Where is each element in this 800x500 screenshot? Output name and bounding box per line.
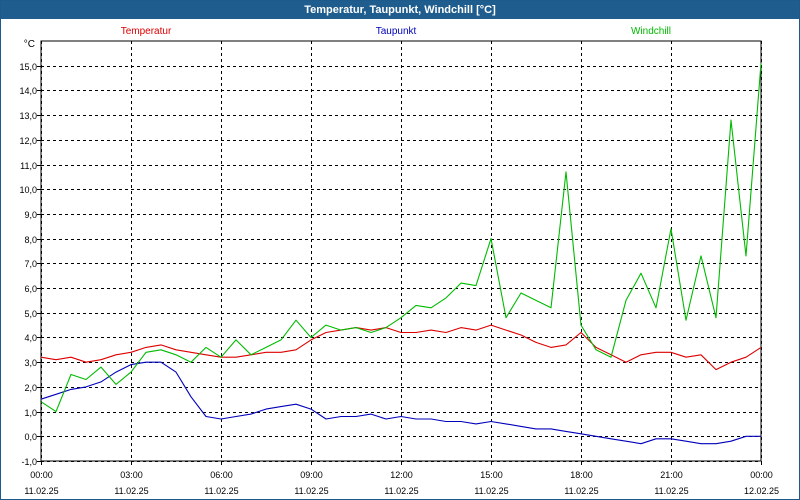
y-tick-label: 1,0 (24, 408, 37, 418)
x-tick-date-label: 11.02.25 (564, 486, 598, 496)
y-tick-label: 7,0 (24, 259, 37, 269)
legend-item-temperatur: Temperatur (121, 26, 172, 37)
x-tick-date-label: 12.02.25 (744, 486, 779, 496)
y-tick-label: 14,0 (19, 86, 37, 96)
legend-item-taupunkt: Taupunkt (376, 26, 417, 37)
y-tick-label: 5,0 (24, 309, 37, 319)
y-tick-label: 10,0 (19, 185, 37, 195)
x-tick-time-label: 00:00 (750, 470, 773, 480)
line-chart: -1,0 0,0 1,0 2,0 3,0 4,0 5,0 6,0 7,0 8,0 9,0 10,0 11… (19, 26, 779, 496)
x-tick-date-label: 11.02.25 (294, 486, 328, 496)
x-tick-time-label: 18:00 (570, 470, 593, 480)
y-tick-label: 15,0 (19, 62, 37, 72)
x-tick-time-label: 15:00 (480, 470, 503, 480)
y-tick-label: 0,0 (24, 432, 37, 442)
x-tick-date-label: 11.02.25 (474, 486, 508, 496)
y-tick-label: 2,0 (24, 383, 37, 393)
y-tick-label: 8,0 (24, 235, 37, 245)
chart-window: Temperatur, Taupunkt, Windchill [°C] -1,… (0, 0, 800, 500)
y-tick-label: 13,0 (19, 111, 37, 121)
legend-item-windchill: Windchill (631, 26, 671, 37)
y-axis-label: °C (24, 39, 35, 50)
x-tick-time-label: 09:00 (300, 470, 323, 480)
y-tick-label: 4,0 (24, 333, 37, 343)
x-tick-time-label: 12:00 (390, 470, 413, 480)
x-tick-time-label: 06:00 (210, 470, 233, 480)
y-tick-label: -1,0 (21, 457, 37, 467)
x-tick-date-label: 11.02.25 (654, 486, 688, 496)
x-tick-date-label: 11.02.25 (204, 486, 238, 496)
x-tick-date-label: 11.02.25 (24, 486, 58, 496)
y-tick-label: 12,0 (19, 136, 37, 146)
x-tick-date-label: 11.02.25 (114, 486, 148, 496)
y-tick-label: 9,0 (24, 210, 37, 220)
y-tick-label: 3,0 (24, 358, 37, 368)
x-tick-time-label: 03:00 (120, 470, 143, 480)
y-tick-label: 6,0 (24, 284, 37, 294)
x-tick-time-label: 21:00 (660, 470, 683, 480)
x-tick-date-label: 11.02.25 (384, 486, 418, 496)
y-tick-label: 11,0 (20, 161, 37, 171)
x-tick-time-label: 00:00 (30, 470, 53, 480)
